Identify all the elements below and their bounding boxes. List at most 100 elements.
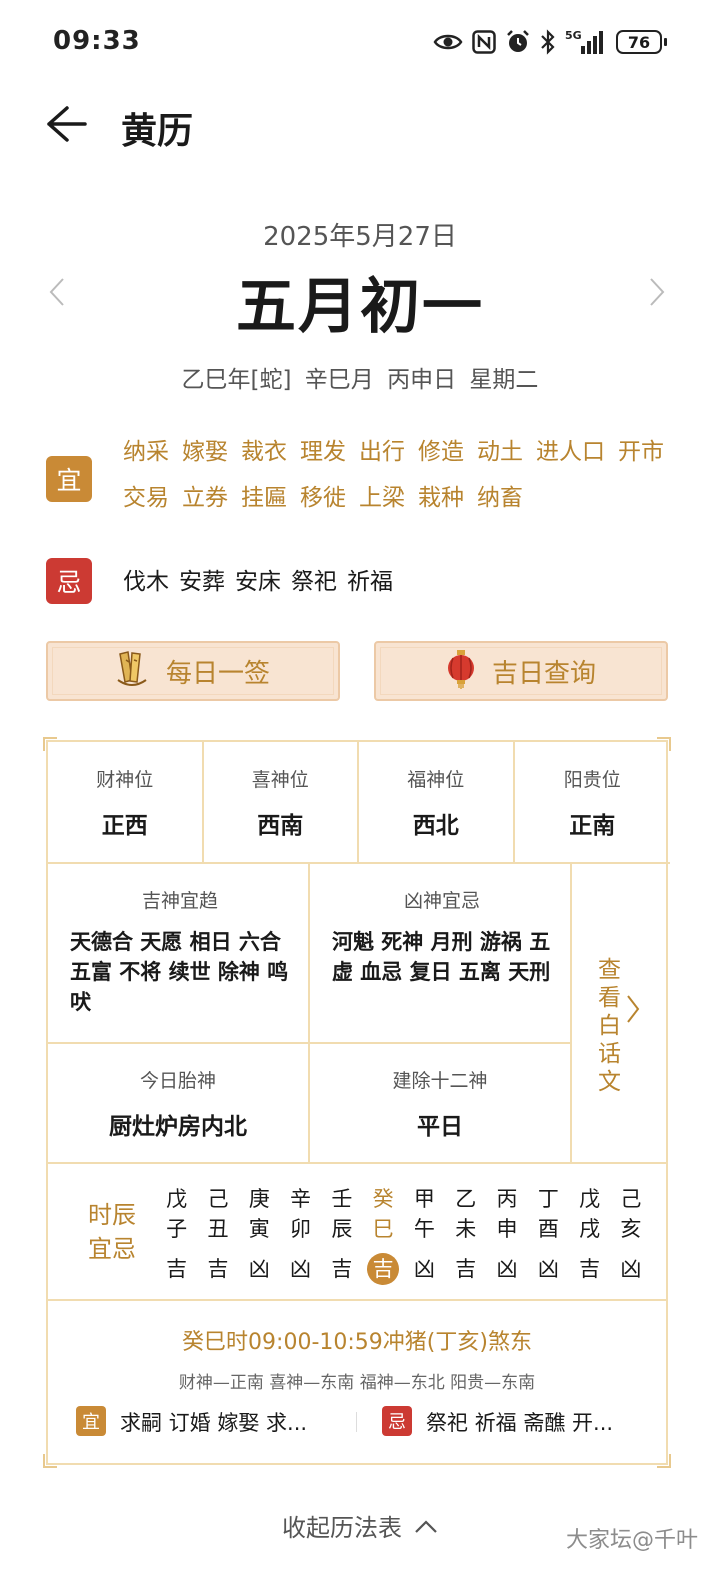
god-cell-joy: 喜神位 西南 <box>203 742 359 864</box>
hour-column[interactable]: 庚寅凶 <box>239 1184 280 1285</box>
hour-zhi: 巳 <box>372 1217 394 1241</box>
hour-column[interactable]: 己亥凶 <box>610 1184 651 1285</box>
yi-item: 开市 <box>618 439 664 465</box>
ji-item: 伐木 <box>123 569 169 595</box>
yi-item: 动土 <box>477 439 523 465</box>
hour-yi-text: 求嗣 订婚 嫁娶 求... <box>120 1411 308 1435</box>
daily-sign-button[interactable]: 每日一签 <box>46 641 340 701</box>
hour-gan: 丙 <box>496 1187 518 1211</box>
yi-item: 交易 <box>123 485 169 511</box>
hour-gan: 甲 <box>413 1187 435 1211</box>
hour-zhi: 卯 <box>290 1217 312 1241</box>
hour-zhi: 子 <box>166 1217 188 1241</box>
status-time: 09:33 <box>53 26 141 56</box>
back-button[interactable] <box>40 100 92 152</box>
hour-gan: 戊 <box>579 1187 601 1211</box>
chevron-up-icon <box>414 1512 438 1540</box>
hour-zhi: 戌 <box>579 1217 601 1241</box>
collapse-label: 收起历法表 <box>282 1514 402 1542</box>
hour-gan: 壬 <box>331 1187 353 1211</box>
hour-luck: 凶 <box>537 1257 559 1281</box>
ji-badge: 忌 <box>46 558 92 604</box>
hour-zhi: 亥 <box>620 1217 642 1241</box>
lucky-day-button[interactable]: 吉日查询 <box>374 641 668 701</box>
twelve-gods-value: 平日 <box>417 1113 463 1140</box>
god-label: 福神位 <box>407 768 465 791</box>
battery-indicator: 76 <box>616 30 667 54</box>
hour-gan: 癸 <box>372 1187 394 1211</box>
hour-column[interactable]: 戊戌吉 <box>569 1184 610 1285</box>
hour-column[interactable]: 甲午凶 <box>404 1184 445 1285</box>
god-value: 西北 <box>412 812 459 839</box>
divider <box>356 1412 357 1432</box>
status-bar: 09:33 5G 76 <box>0 0 720 84</box>
hour-zhi: 辰 <box>331 1217 353 1241</box>
ji-item: 安葬 <box>179 569 225 595</box>
hour-luck: 凶 <box>248 1257 270 1281</box>
twelve-gods-cell: 建除十二神 平日 <box>310 1044 572 1164</box>
hour-luck: 凶 <box>496 1257 518 1281</box>
yi-item: 上梁 <box>359 485 405 511</box>
yi-item: 立券 <box>182 485 228 511</box>
hour-gan: 庚 <box>248 1187 270 1211</box>
god-label: 喜神位 <box>251 768 309 791</box>
god-value: 正西 <box>101 812 148 839</box>
hour-column[interactable]: 辛卯凶 <box>280 1184 321 1285</box>
hour-ji-text: 祭祀 祈福 斋醮 开... <box>426 1411 614 1435</box>
ji-item: 安床 <box>235 569 281 595</box>
hour-column[interactable]: 丙申凶 <box>486 1184 527 1285</box>
hour-gan: 戊 <box>166 1187 188 1211</box>
hour-column[interactable]: 乙未吉 <box>445 1184 486 1285</box>
fetal-god-value: 厨灶炉房内北 <box>109 1113 247 1140</box>
daily-sign-label: 每日一签 <box>165 658 270 689</box>
hour-luck: 吉 <box>455 1257 477 1281</box>
auspicious-gods-text: 天德合 天愿 相日 六合 五富 不将 续世 除神 鸣吠 <box>70 930 289 1014</box>
hour-luck: 凶 <box>620 1257 642 1281</box>
watermark: 大家坛@千叶 <box>565 1528 698 1553</box>
hour-yi-badge: 宜 <box>76 1406 106 1436</box>
inauspicious-gods-cell: 凶神宜忌 河魁 死神 月刑 游祸 五虚 血忌 复日 五离 天刑 <box>310 864 572 1044</box>
hour-luck: 吉 <box>579 1257 601 1281</box>
hour-zhi: 寅 <box>248 1217 270 1241</box>
hour-zhi: 申 <box>496 1217 518 1241</box>
twelve-gods-label: 建除十二神 <box>392 1069 488 1092</box>
alarm-icon <box>505 29 531 55</box>
hour-luck: 吉 <box>166 1257 188 1281</box>
auspicious-gods-label: 吉神宜趋 <box>141 890 218 912</box>
fetal-god-cell: 今日胎神 厨灶炉房内北 <box>48 1044 310 1164</box>
yi-item: 出行 <box>359 439 405 465</box>
hour-column[interactable]: 癸巳吉 <box>362 1184 403 1285</box>
hour-zhi: 未 <box>455 1217 477 1241</box>
chevron-right-icon <box>649 277 665 311</box>
god-value: 西南 <box>257 812 304 839</box>
hour-column[interactable]: 丁酉凶 <box>528 1184 569 1285</box>
hour-column[interactable]: 壬辰吉 <box>321 1184 362 1285</box>
hour-zhi: 午 <box>413 1217 435 1241</box>
hour-column[interactable]: 戊子吉 <box>156 1184 197 1285</box>
fetal-god-label: 今日胎神 <box>139 1069 216 1092</box>
ji-list: 伐木 安葬 安床 祭祀 祈福 <box>123 566 683 598</box>
yi-item: 纳畜 <box>477 485 523 511</box>
bluetooth-icon <box>540 29 556 55</box>
hour-zhi: 酉 <box>537 1217 559 1241</box>
yi-item: 嫁娶 <box>182 439 228 465</box>
yi-item: 理发 <box>300 439 346 465</box>
hour-column[interactable]: 己丑吉 <box>197 1184 238 1285</box>
ganzhi-line: 乙巳年[蛇] 辛巳月 丙申日 星期二 <box>181 367 539 393</box>
yi-item: 进人口 <box>536 439 605 465</box>
nfc-icon <box>472 30 496 54</box>
god-value: 正南 <box>569 812 616 839</box>
lunar-date: 五月初一 <box>236 272 484 342</box>
hour-gan: 丁 <box>537 1187 559 1211</box>
eye-icon <box>433 31 463 53</box>
hour-luck: 凶 <box>413 1257 435 1281</box>
yi-item: 裁衣 <box>241 439 287 465</box>
hour-columns: 戊子吉己丑吉庚寅凶辛卯凶壬辰吉癸巳吉甲午凶乙未吉丙申凶丁酉凶戊戌吉己亥凶 <box>156 1184 652 1285</box>
next-day-button[interactable] <box>642 277 672 311</box>
vernacular-link[interactable]: 查看白话文 <box>572 864 668 1164</box>
yi-item: 挂匾 <box>241 485 287 511</box>
page-title: 黄历 <box>121 111 194 152</box>
hour-luck: 吉 <box>207 1257 229 1281</box>
inauspicious-gods-label: 凶神宜忌 <box>403 890 480 912</box>
hour-gan: 己 <box>620 1187 642 1211</box>
